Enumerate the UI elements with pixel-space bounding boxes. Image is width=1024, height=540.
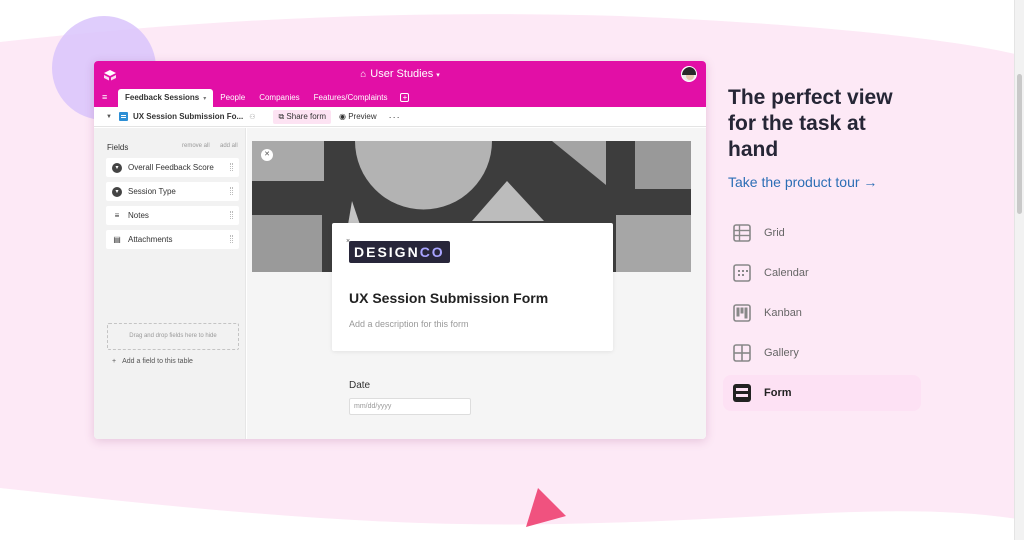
field-item-attachments[interactable]: ▤ Attachments bbox=[106, 230, 239, 249]
single-select-icon: ▾ bbox=[112, 162, 122, 173]
view-option-calendar[interactable]: Calendar bbox=[723, 255, 921, 291]
grid-icon bbox=[733, 224, 751, 242]
designco-logo[interactable]: DESIGNCO bbox=[349, 241, 450, 263]
long-text-icon: ≡ bbox=[114, 210, 120, 220]
fields-heading: Fields bbox=[107, 143, 129, 152]
view-bar: ▼ UX Session Submission Fo... ⚇ ⧉ Share … bbox=[94, 107, 706, 127]
fields-sidebar: Fields remove all add all ▾ Overall Feed… bbox=[94, 128, 246, 439]
drag-handle-icon[interactable] bbox=[230, 235, 233, 243]
page-scrollbar[interactable] bbox=[1014, 0, 1024, 540]
chevron-down-icon[interactable]: ▼ bbox=[106, 114, 112, 120]
drag-handle-icon[interactable] bbox=[230, 211, 233, 219]
top-bar: ⌂ User Studies ▾ bbox=[94, 61, 706, 88]
tab-people[interactable]: People bbox=[213, 89, 252, 107]
hamburger-menu-icon[interactable]: ≡ bbox=[102, 88, 118, 107]
avatar[interactable] bbox=[681, 66, 697, 82]
view-name[interactable]: UX Session Submission Fo... bbox=[133, 112, 243, 121]
view-option-grid[interactable]: Grid bbox=[723, 215, 921, 251]
close-icon[interactable]: ✕ bbox=[261, 149, 273, 161]
add-field-button[interactable]: + Add a field to this table bbox=[112, 358, 193, 365]
arrow-right-icon: → bbox=[863, 174, 878, 190]
remove-all-link[interactable]: remove all bbox=[182, 143, 210, 149]
date-input[interactable]: mm/dd/yyyy bbox=[349, 398, 471, 415]
hidden-fields-drop-zone[interactable]: Drag and drop fields here to hide bbox=[107, 323, 239, 350]
preview-button[interactable]: ◉ Preview bbox=[339, 112, 377, 121]
headline: The perfect view for the task at hand bbox=[728, 86, 893, 161]
add-table-icon[interactable]: + bbox=[400, 93, 410, 102]
field-item-overall-feedback-score[interactable]: ▾ Overall Feedback Score bbox=[106, 158, 239, 177]
plus-icon: + bbox=[112, 358, 117, 365]
drag-handle-icon[interactable] bbox=[230, 163, 233, 171]
attachment-icon: ▤ bbox=[113, 234, 121, 244]
eye-icon: ◉ bbox=[339, 112, 349, 121]
table-tab-bar: ≡ Feedback Sessions ▾ People Companies Fe… bbox=[94, 88, 706, 107]
view-option-gallery[interactable]: Gallery bbox=[723, 335, 921, 371]
view-option-form[interactable]: Form bbox=[723, 375, 921, 411]
app-window: ⌂ User Studies ▾ ≡ Feedback Sessions ▾ Peop… bbox=[94, 61, 706, 439]
calendar-icon bbox=[733, 264, 751, 282]
form-header-card: × DESIGNCO UX Session Submission Form Ad… bbox=[332, 223, 613, 351]
field-item-notes[interactable]: ≡ Notes bbox=[106, 206, 239, 225]
share-form-button[interactable]: ⧉ Share form bbox=[273, 109, 331, 124]
tab-companies[interactable]: Companies bbox=[252, 89, 306, 107]
form-description-input[interactable]: Add a description for this form bbox=[349, 319, 469, 329]
tab-features-complaints[interactable]: Features/Complaints bbox=[307, 89, 395, 107]
form-title[interactable]: UX Session Submission Form bbox=[349, 290, 548, 306]
chevron-down-icon: ▾ bbox=[436, 72, 440, 79]
people-icon: ⚇ bbox=[249, 113, 256, 121]
form-icon bbox=[733, 384, 751, 402]
more-options-button[interactable]: ··· bbox=[389, 112, 401, 122]
view-option-kanban[interactable]: Kanban bbox=[723, 295, 921, 331]
form-canvas: ✕ × DESIGNCO UX Session Submission Form … bbox=[247, 128, 706, 439]
single-select-icon: ▾ bbox=[112, 186, 122, 197]
drag-handle-icon[interactable] bbox=[230, 187, 233, 195]
add-all-link[interactable]: add all bbox=[220, 143, 238, 149]
chevron-down-icon[interactable]: ▾ bbox=[203, 96, 206, 102]
date-field-label: Date bbox=[349, 380, 371, 391]
product-tour-link[interactable]: Take the product tour → bbox=[728, 174, 877, 190]
base-title[interactable]: ⌂ User Studies ▾ bbox=[94, 68, 706, 80]
scrollbar-thumb[interactable] bbox=[1017, 74, 1022, 214]
field-item-session-type[interactable]: ▾ Session Type bbox=[106, 182, 239, 201]
kanban-icon bbox=[733, 304, 751, 322]
form-view-icon bbox=[118, 112, 128, 121]
home-icon: ⌂ bbox=[360, 69, 367, 80]
gallery-icon bbox=[733, 344, 751, 362]
tab-feedback-sessions[interactable]: Feedback Sessions ▾ bbox=[118, 89, 214, 107]
